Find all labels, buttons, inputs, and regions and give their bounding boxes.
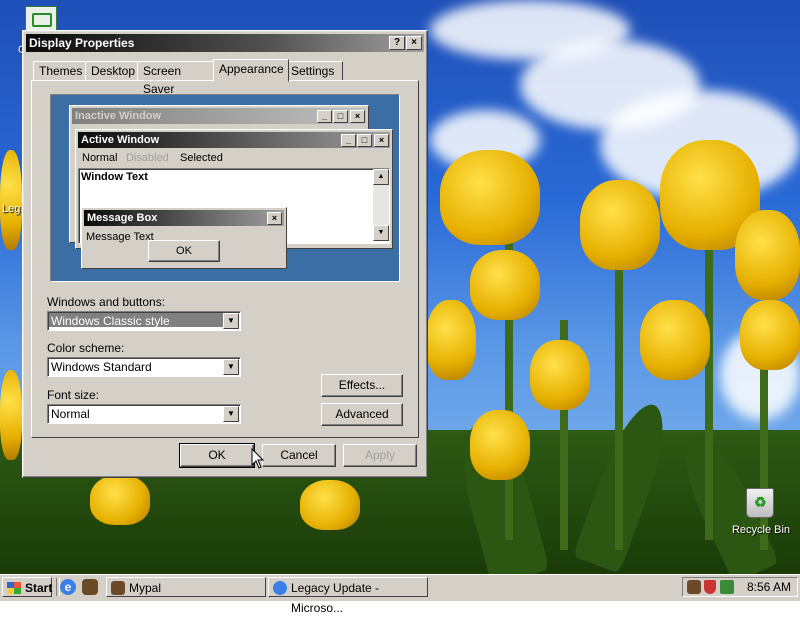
preview-ok-button: OK (148, 240, 220, 262)
font-size-select[interactable]: Normal ▼ (47, 404, 241, 424)
color-scheme-label: Color scheme: (47, 341, 125, 355)
preview-message-text: Message Text (86, 231, 154, 243)
taskbar-item-legacy-update[interactable]: Legacy Update - Microso... (268, 577, 428, 615)
tulip (640, 300, 710, 380)
preview-active-title: Active Window _ □ × (78, 132, 390, 148)
tulip (530, 340, 590, 410)
appearance-panel: Inactive Window _ □ × Active Window _ □ … (31, 80, 419, 438)
taskbar: Start e Mypal Legacy Update - Microso...… (0, 574, 800, 615)
close-icon: × (374, 134, 389, 147)
display-properties-window: Display Properties ? × Themes Desktop Sc… (22, 30, 428, 478)
network-icon[interactable] (720, 580, 734, 594)
advanced-button[interactable]: Advanced (321, 403, 403, 426)
appearance-preview: Inactive Window _ □ × Active Window _ □ … (50, 94, 400, 282)
taskbar-item-label: Legacy Update - Microso... (291, 581, 380, 615)
tab-appearance[interactable]: Appearance (213, 59, 289, 82)
tulip (470, 250, 540, 320)
tulip (735, 210, 800, 300)
system-tray: 8:56 AM (682, 577, 798, 597)
preview-message-title-text: Message Box (87, 212, 158, 224)
apply-button[interactable]: Apply (343, 444, 417, 467)
stem (615, 270, 623, 550)
start-button[interactable]: Start (2, 577, 52, 597)
security-shield-icon[interactable] (704, 580, 716, 594)
minimize-icon: _ (317, 110, 332, 123)
scroll-up-icon: ▲ (373, 169, 389, 185)
font-size-label: Font size: (47, 388, 100, 402)
chevron-down-icon[interactable]: ▼ (223, 406, 239, 422)
tulip (470, 410, 530, 480)
preview-message-box: Message Box × Message Text OK (81, 207, 287, 269)
windows-buttons-label: Windows and buttons: (47, 295, 166, 309)
minimize-icon: _ (341, 134, 356, 147)
scroll-down-icon: ▼ (373, 225, 389, 241)
tab-screen-saver[interactable]: Screen Saver (137, 61, 221, 96)
preview-menu-normal: Normal (82, 152, 118, 164)
cancel-button[interactable]: Cancel (262, 444, 336, 467)
preview-active-title-text: Active Window (81, 134, 160, 146)
tulip (440, 150, 540, 245)
certificate-icon (32, 13, 52, 27)
help-button[interactable]: ? (389, 36, 405, 50)
windows-buttons-select[interactable]: Windows Classic style ▼ (47, 311, 241, 331)
desktop-icon-legacy-label[interactable]: Leg (2, 203, 20, 215)
preview-message-title: Message Box × (84, 210, 284, 226)
tulip (90, 475, 150, 525)
recycle-bin-icon: ♻ (746, 488, 774, 518)
font-size-value: Normal (51, 407, 90, 421)
tab-settings[interactable]: Settings (285, 61, 343, 81)
close-icon: × (267, 212, 282, 225)
tulip (580, 180, 660, 270)
recycle-bin-label: Recycle Bin (731, 524, 791, 536)
preview-window-text: Window Text (81, 171, 148, 183)
maximize-icon: □ (357, 134, 372, 147)
windows-buttons-value: Windows Classic style (51, 314, 170, 328)
tulip (740, 300, 800, 370)
mouse-cursor-icon (251, 448, 265, 469)
effects-button[interactable]: Effects... (321, 374, 403, 397)
tulip (300, 480, 360, 530)
window-titlebar[interactable]: Display Properties ? × (26, 34, 424, 52)
color-scheme-select[interactable]: Windows Standard ▼ (47, 357, 241, 377)
preview-inactive-title-text: Inactive Window (75, 110, 162, 122)
clock[interactable]: 8:56 AM (747, 580, 791, 594)
stem (705, 240, 713, 540)
preview-menu-selected: Selected (180, 152, 223, 164)
mypal-icon (111, 581, 125, 595)
window-title: Display Properties (29, 36, 135, 50)
preview-scrollbar: ▲ ▼ (373, 169, 389, 241)
close-button[interactable]: × (406, 36, 422, 50)
preview-inactive-title: Inactive Window _ □ × (72, 108, 366, 124)
maximize-icon: □ (333, 110, 348, 123)
tulip (0, 150, 22, 250)
ok-button[interactable]: OK (179, 443, 255, 468)
mypal-quicklaunch-icon[interactable] (82, 579, 98, 595)
taskbar-item-label: Mypal (129, 581, 162, 595)
tab-themes[interactable]: Themes (33, 61, 87, 81)
close-icon: × (350, 110, 365, 123)
tab-desktop[interactable]: Desktop (85, 61, 139, 81)
tulip (426, 300, 476, 380)
color-scheme-value: Windows Standard (51, 360, 152, 374)
start-label: Start (25, 581, 53, 595)
tulip (0, 370, 22, 460)
windows-logo-icon (7, 582, 21, 594)
recycle-bin[interactable]: ♻ Recycle Bin (728, 486, 794, 538)
ie-icon (273, 581, 287, 595)
tray-app-icon[interactable] (687, 580, 701, 594)
ie-quicklaunch-icon[interactable]: e (60, 579, 76, 595)
taskbar-item-mypal[interactable]: Mypal (106, 577, 266, 597)
chevron-down-icon[interactable]: ▼ (223, 359, 239, 375)
chevron-down-icon[interactable]: ▼ (223, 313, 239, 329)
preview-menu-disabled: Disabled (126, 152, 169, 164)
